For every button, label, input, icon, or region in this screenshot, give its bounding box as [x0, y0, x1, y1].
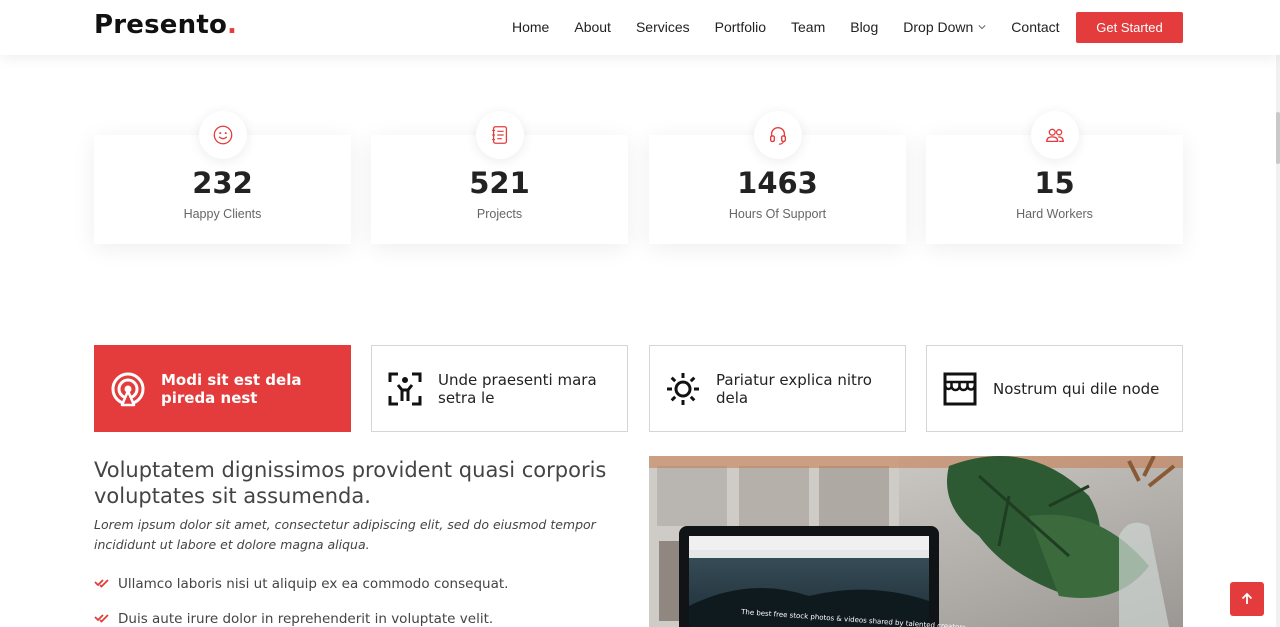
feature-tab-label: Modi sit est dela pireda nest — [161, 370, 302, 407]
photo-illustration: The best free stock photos & videos shar… — [649, 456, 1183, 627]
counter-value: 1463 — [737, 166, 818, 200]
counter-label: Happy Clients — [183, 207, 262, 221]
counter-icon-badge — [753, 111, 802, 159]
feature-tab-active[interactable]: Modi sit est dela pireda nest — [94, 345, 351, 432]
counter-value: 232 — [192, 166, 253, 200]
broadcast-icon — [111, 372, 145, 406]
headset-icon — [769, 126, 786, 145]
counter-icon-badge — [1030, 111, 1079, 159]
body-scan-icon — [388, 372, 422, 405]
feature-tab-label: Pariatur explica nitro dela — [716, 370, 872, 407]
counter-card: 521 Projects — [371, 111, 628, 244]
nav-dropdown-label: Drop Down — [903, 19, 974, 35]
people-icon — [1045, 128, 1064, 143]
counter-icon-badge — [198, 111, 247, 159]
counter-label: Projects — [476, 207, 523, 221]
brand-logo[interactable]: Presento. — [94, 10, 237, 40]
double-check-icon — [94, 579, 109, 588]
get-started-button[interactable]: Get Started — [1076, 12, 1183, 43]
store-icon — [943, 372, 977, 405]
content-title: Voluptatem dignissimos provident quasi c… — [94, 458, 607, 508]
counter-label: Hours Of Support — [728, 207, 827, 221]
counter-label: Hard Workers — [1016, 207, 1093, 221]
double-check-icon — [94, 614, 109, 623]
counter-value: 521 — [469, 166, 530, 200]
nav-services[interactable]: Services — [636, 19, 690, 35]
content-lead: Lorem ipsum dolor sit amet, consectetur … — [94, 517, 596, 552]
nav-about[interactable]: About — [574, 19, 611, 35]
site-header: Presento. Home About Services Portfolio … — [0, 0, 1280, 55]
feature-tab-label: Unde praesenti mara setra le — [438, 370, 597, 407]
arrow-up-icon — [1241, 592, 1253, 604]
counter-card: 1463 Hours Of Support — [649, 111, 906, 244]
laptop-photo: The best free stock photos & videos shar… — [649, 456, 1183, 627]
journal-icon — [491, 126, 507, 144]
nav-home[interactable]: Home — [512, 19, 549, 35]
counter-card: 15 Hard Workers — [926, 111, 1183, 244]
sun-icon — [667, 372, 699, 405]
back-to-top-button[interactable] — [1230, 582, 1264, 616]
list-item-text: Duis aute irure dolor in reprehenderit i… — [118, 611, 494, 627]
counter-value: 15 — [1034, 166, 1075, 200]
counter-card: 232 Happy Clients — [94, 111, 351, 244]
feature-tab[interactable]: Nostrum qui dile node — [926, 345, 1183, 432]
nav-contact[interactable]: Contact — [1011, 19, 1059, 35]
feature-tab[interactable]: Pariatur explica nitro dela — [649, 345, 906, 432]
list-item: Ullamco laboris nisi ut aliquip ex ea co… — [94, 576, 508, 592]
feature-tab-label: Nostrum qui dile node — [993, 379, 1160, 398]
nav-team[interactable]: Team — [791, 19, 825, 35]
nav-portfolio[interactable]: Portfolio — [715, 19, 766, 35]
feature-tab[interactable]: Unde praesenti mara setra le — [371, 345, 628, 432]
main-nav: Home About Services Portfolio Team Blog … — [512, 19, 1085, 35]
list-item: Duis aute irure dolor in reprehenderit i… — [94, 611, 493, 627]
chevron-down-icon — [978, 25, 986, 30]
scrollbar-thumb[interactable] — [1276, 112, 1280, 164]
smile-icon — [213, 125, 232, 145]
list-item-text: Ullamco laboris nisi ut aliquip ex ea co… — [118, 576, 509, 592]
nav-dropdown[interactable]: Drop Down — [903, 19, 986, 35]
counter-icon-badge — [475, 111, 524, 159]
nav-blog[interactable]: Blog — [850, 19, 878, 35]
